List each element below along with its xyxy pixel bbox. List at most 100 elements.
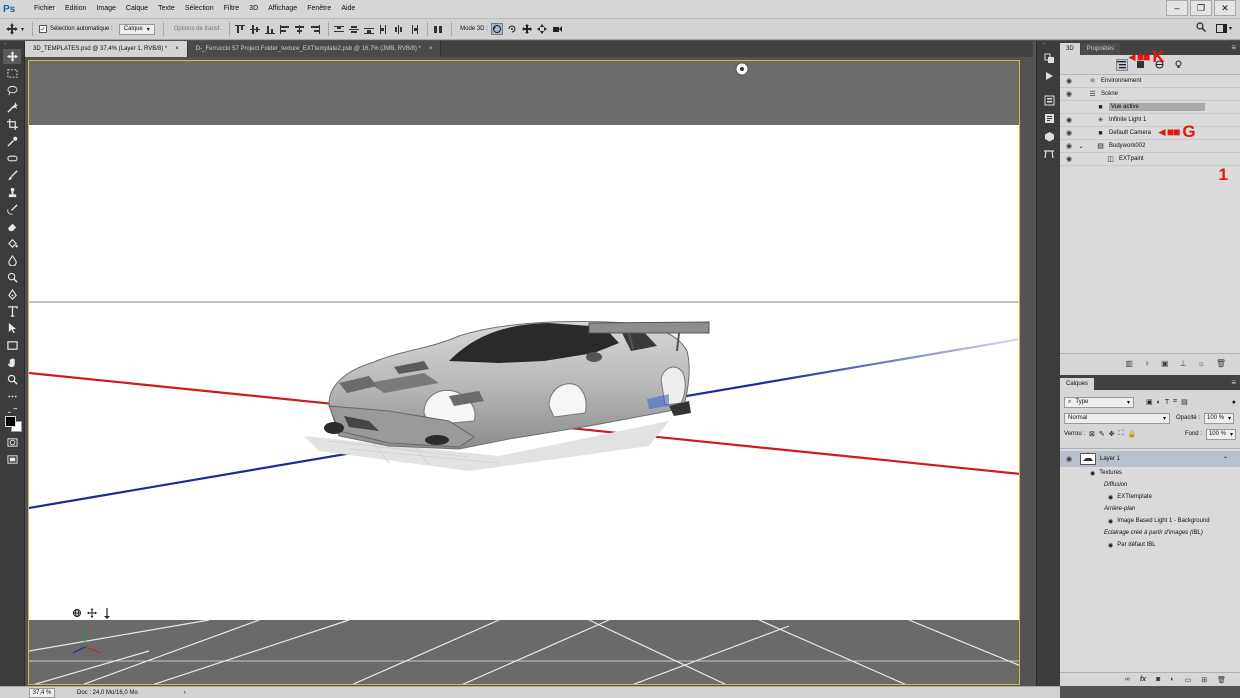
light-add-icon[interactable]: ♀ [1144,359,1150,368]
scene-row-extpaint[interactable]: ◉ ◫ EXTpaint [1060,153,1240,166]
close-button[interactable]: ✕ [1214,0,1236,16]
distribute-vcenter-icon[interactable] [349,25,360,34]
layer-row-ibl[interactable]: Eclairage créé à partir d'images (IBL) [1060,527,1240,539]
eye-icon[interactable]: ◉ [1064,155,1074,163]
pixel-filter-icon[interactable]: ▣ [1146,398,1153,406]
align-right-icon[interactable] [310,24,321,34]
layer-row-par-defaut-ibl[interactable]: ◉ Par défaut IBL [1060,539,1240,551]
distribute-left-icon[interactable] [379,24,389,34]
eye-icon[interactable]: ◉ [1064,142,1074,150]
slide-3d-icon[interactable] [536,23,548,35]
zoom-tool-icon[interactable] [3,372,21,387]
shape-filter-icon[interactable]: ⌗ [1173,398,1177,406]
move-tool-preset[interactable]: ▾ [6,23,24,35]
eye-icon[interactable]: ◉ [1064,455,1074,463]
align-bottom-icon[interactable] [265,25,276,34]
crop-tool-icon[interactable] [3,117,21,132]
distribute-top-icon[interactable] [334,25,345,34]
type-tool-icon[interactable] [3,304,21,319]
align-top-icon[interactable] [235,24,246,34]
zoom-level-field[interactable]: 37,4 % [29,687,55,698]
eyedropper-tool-icon[interactable] [3,134,21,149]
eye-icon[interactable]: ◉ [1108,518,1113,525]
lock-artboard-icon[interactable]: ⛶ [1119,430,1124,438]
rectangle-tool-icon[interactable] [3,338,21,353]
distribute-hcenter-icon[interactable] [394,24,404,34]
lights-filter-icon[interactable] [1173,59,1185,71]
menu-fichier[interactable]: Fichier [29,0,60,18]
properties-panel-icon[interactable] [1041,93,1057,107]
color-swatches[interactable] [3,415,25,433]
menu-affichage[interactable]: Affichage [263,0,302,18]
tab-ext-template[interactable]: D-_Ferruccio 57 Project Folder_texture_E… [187,41,442,57]
menu-edition[interactable]: Edition [60,0,91,18]
minimize-button[interactable]: – [1166,0,1188,16]
fill-field[interactable]: 100 % ▾ [1205,428,1236,440]
panel-menu-icon[interactable]: ≡ [1231,43,1236,52]
delete-layer-icon[interactable]: 🗑 [1217,676,1226,684]
eraser-tool-icon[interactable] [3,219,21,234]
eye-icon[interactable]: ◉ [1064,116,1074,124]
workspace-icon[interactable]: ▾ [1215,23,1232,33]
lasso-tool-icon[interactable] [3,83,21,98]
lock-position-icon[interactable]: ✥ [1109,430,1115,438]
layer-row-layer1[interactable]: ◉ Layer 1 ⌃ [1060,451,1240,467]
tab-3d-templates[interactable]: 3D_TEMPLATES.psd @ 37,4% (Layer 1, RVB/8… [25,41,188,57]
search-icon[interactable] [1196,22,1206,34]
pen-tool-icon[interactable] [3,287,21,302]
menu-fenetre[interactable]: Fenêtre [302,0,336,18]
chevron-right-icon[interactable]: › [184,690,186,696]
tab-3d[interactable]: 3D [1060,43,1080,55]
transform-options-button[interactable]: Options de transf. [174,26,221,32]
align-left-icon[interactable] [280,24,290,34]
foreground-color-swatch[interactable] [5,416,16,427]
type-filter-icon[interactable]: T [1165,399,1169,406]
smart-object-filter-icon[interactable]: ▤ [1181,398,1188,406]
distribute-bottom-icon[interactable] [364,25,375,34]
move-tool-icon[interactable] [3,49,21,64]
canvas-area[interactable] [25,57,1033,686]
chevron-up-icon[interactable]: ⌃ [1223,456,1228,463]
delete-icon[interactable]: 🗑 [1216,359,1226,368]
adjustment-filter-icon[interactable]: ◐ [1157,399,1161,406]
dodge-tool-icon[interactable] [3,270,21,285]
new-light-icon[interactable]: ☼ [1198,359,1205,368]
clone-stamp-tool-icon[interactable] [3,185,21,200]
measurement-icon[interactable] [1041,147,1057,161]
marquee-tool-icon[interactable] [3,66,21,81]
scene-row-scene[interactable]: ◉ ☰ Scène [1060,88,1240,101]
light-widget-icon[interactable] [735,62,749,76]
constraint-icon[interactable]: ⊥ [1180,359,1187,368]
eye-icon[interactable]: ◉ [1108,494,1113,501]
roll-3d-icon[interactable] [506,23,518,35]
magic-wand-tool-icon[interactable] [3,100,21,115]
blend-mode-dropdown[interactable]: Normal ▾ [1064,412,1170,424]
menu-image[interactable]: Image [91,0,120,18]
chevron-down-icon[interactable]: ⌄ [1074,143,1088,150]
layer-row-arriere-plan[interactable]: Arrière-plan [1060,503,1240,515]
tab-calques[interactable]: Calques [1060,378,1095,390]
layer-row-exttemplate[interactable]: ◉ EXTtemplate [1060,491,1240,503]
close-icon[interactable]: × [429,46,433,52]
eye-icon[interactable]: ◉ [1090,470,1095,477]
screen-mode-icon[interactable] [3,452,21,467]
menu-texte[interactable]: Texte [153,0,180,18]
layer-kind-filter[interactable]: ⌕ Type ▾ [1064,396,1134,408]
eye-icon[interactable]: ◉ [1064,90,1074,98]
healing-brush-tool-icon[interactable] [3,151,21,166]
auto-align-icon[interactable] [433,25,443,34]
toolbar-grip[interactable]: » [0,41,24,47]
restore-button[interactable]: ❐ [1190,0,1212,16]
layer-row-ibl-background[interactable]: ◉ Image Based Light 1 - Background [1060,515,1240,527]
eye-icon[interactable]: ◉ [1064,129,1074,137]
document-info[interactable]: Doc : 24,0 Mo/16,0 Mo [77,690,138,696]
eye-icon[interactable]: ◉ [1064,77,1074,85]
lock-transparent-icon[interactable]: ⊠ [1089,430,1095,438]
brush-tool-icon[interactable] [3,168,21,183]
layer-style-fx-button[interactable]: fx [1140,676,1146,683]
history-panel-icon[interactable] [1041,51,1057,65]
add-mask-icon[interactable]: ◙ [1156,676,1160,683]
scene-row-environnement[interactable]: ◉ ⚛ Environnement [1060,75,1240,88]
render-icon[interactable]: ▥ [1125,359,1133,368]
scene-row-infinite-light[interactable]: ◉ ✳ Infinite Light 1 [1060,114,1240,127]
